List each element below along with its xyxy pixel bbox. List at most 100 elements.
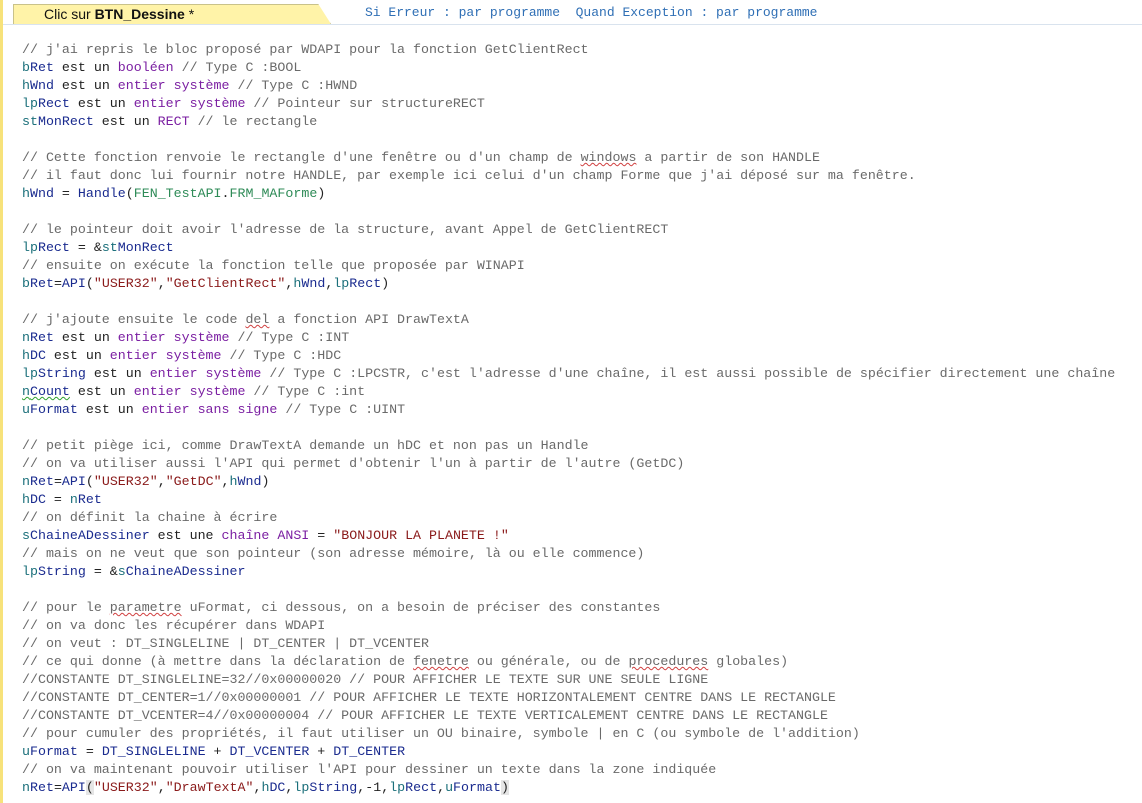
- code-token: =: [309, 528, 334, 543]
- code-line: lpRect = &stMonRect: [22, 239, 1140, 257]
- error-handling-info[interactable]: Si Erreur : par programme Quand Exceptio…: [365, 4, 817, 22]
- code-line: // on va utiliser aussi l'API qui permet…: [22, 456, 685, 471]
- code-token: chaîne ANSI: [221, 528, 310, 543]
- code-token: ,: [381, 780, 390, 795]
- code-token: // Type C :int: [245, 384, 366, 399]
- code-token: MonRect: [117, 240, 174, 255]
- editor-gutter: [0, 0, 3, 803]
- code-line: // on va maintenant pouvoir utiliser l'A…: [22, 762, 717, 777]
- code-token: DT_SINGLELINE: [101, 744, 206, 759]
- code-token: Ret: [29, 276, 54, 291]
- code-line: lpRect est un entier système // Pointeur…: [22, 95, 1140, 113]
- code-line: // on définit la chaine à écrire: [22, 510, 278, 525]
- code-token: API: [61, 474, 86, 489]
- code-line: uFormat = DT_SINGLELINE + DT_VCENTER + D…: [22, 743, 1140, 761]
- code-token: est un: [85, 366, 150, 381]
- code-token: // Type C :UINT: [277, 402, 406, 417]
- code-line: // j'ai repris le bloc proposé par WDAPI…: [22, 42, 589, 57]
- code-token: String: [37, 366, 86, 381]
- code-token: ): [317, 186, 326, 201]
- code-token: ChaineADessiner: [29, 528, 150, 543]
- code-line: // on va donc les récupérer dans WDAPI: [22, 618, 326, 633]
- code-line: uFormat est un entier sans signe // Type…: [22, 401, 1140, 419]
- code-token: Count: [29, 384, 70, 399]
- code-token: FEN_TestAPI: [133, 186, 222, 201]
- code-token: h: [22, 78, 30, 93]
- tab-modified-marker: *: [184, 6, 195, 22]
- code-token: Format: [453, 780, 501, 795]
- code-token: lp: [293, 780, 310, 795]
- code-line: sChaineADessiner est une chaîne ANSI = "…: [22, 527, 1140, 545]
- code-token: "GetDC": [165, 474, 222, 489]
- code-token: parametre: [109, 600, 182, 615]
- code-line: lpString est un entier système // Type C…: [22, 365, 1140, 383]
- code-token: MonRect: [37, 114, 94, 129]
- code-token: =: [53, 276, 62, 291]
- code-token: Rect: [37, 96, 70, 111]
- code-token: "USER32": [93, 780, 158, 795]
- code-token: ): [381, 276, 390, 291]
- code-line: // j'ajoute ensuite le code del a foncti…: [22, 311, 1140, 329]
- code-token: est un: [53, 60, 118, 75]
- code-token: n: [69, 492, 78, 507]
- code-token: // Type C :INT: [229, 330, 350, 345]
- code-token: booléen: [117, 60, 174, 75]
- code-token: Wnd: [29, 186, 54, 201]
- code-line: //CONSTANTE DT_CENTER=1//0x00000001 // P…: [22, 690, 836, 705]
- code-line: // pour cumuler des propriétés, il faut …: [22, 726, 860, 741]
- code-line: // pour le parametre uFormat, ci dessous…: [22, 599, 1140, 617]
- code-line: // ensuite on exécute la fonction telle …: [22, 258, 525, 273]
- code-token: est un: [53, 78, 118, 93]
- code-token: Ret: [29, 780, 54, 795]
- code-token: // Type C :HWND: [229, 78, 358, 93]
- code-token: b: [22, 60, 30, 75]
- code-token: s: [117, 564, 126, 579]
- code-token: lp: [22, 564, 38, 579]
- code-token: FRM_: [229, 186, 262, 201]
- code-token: // j'ajoute ensuite le code: [22, 312, 246, 327]
- code-line: // mais on ne veut que son pointeur (son…: [22, 546, 645, 561]
- code-token: Format: [29, 744, 78, 759]
- code-token: b: [22, 276, 30, 291]
- code-token: Ret: [77, 492, 102, 507]
- code-token: MAForme: [261, 186, 318, 201]
- code-token: ,: [157, 780, 166, 795]
- code-token: API: [61, 780, 86, 795]
- code-token: st: [22, 114, 38, 129]
- code-editor[interactable]: // j'ai repris le bloc proposé par WDAPI…: [22, 41, 1140, 797]
- code-token: entier sans signe: [141, 402, 278, 417]
- code-token: DC: [29, 492, 46, 507]
- code-token: est un: [45, 348, 110, 363]
- code-token: =: [45, 492, 70, 507]
- code-token: uFormat, ci dessous, on a besoin de préc…: [181, 600, 661, 615]
- code-token: ): [500, 780, 509, 795]
- code-tab-btn-dessine[interactable]: Clic sur BTN_Dessine *: [13, 4, 331, 24]
- code-token: =: [53, 780, 62, 795]
- code-token: "BONJOUR LA PLANETE !": [333, 528, 509, 543]
- code-token: // ce qui donne (à mettre dans la déclar…: [22, 654, 413, 669]
- code-token: windows: [580, 150, 637, 165]
- code-token: h: [22, 186, 30, 201]
- code-token: lp: [22, 240, 38, 255]
- code-token: est un: [77, 402, 142, 417]
- tab-prefix: Clic sur: [44, 6, 95, 22]
- code-token: String: [309, 780, 358, 795]
- code-line: // on veut : DT_SINGLELINE | DT_CENTER |…: [22, 636, 429, 651]
- code-token: Rect: [37, 240, 70, 255]
- code-token: String: [37, 564, 86, 579]
- code-token: ,: [157, 474, 166, 489]
- code-token: =: [77, 744, 102, 759]
- code-token: Handle: [77, 186, 126, 201]
- code-token: = &: [69, 240, 102, 255]
- code-token: n: [22, 474, 30, 489]
- code-line: bRet=API("USER32","GetClientRect",hWnd,l…: [22, 275, 1140, 293]
- code-token: -1: [365, 780, 382, 795]
- code-token: entier système: [117, 330, 230, 345]
- code-line: // petit piège ici, comme DrawTextA dema…: [22, 438, 589, 453]
- code-token: entier système: [117, 78, 230, 93]
- code-token: h: [22, 348, 30, 363]
- code-token: = &: [85, 564, 118, 579]
- code-token: Wnd: [301, 276, 326, 291]
